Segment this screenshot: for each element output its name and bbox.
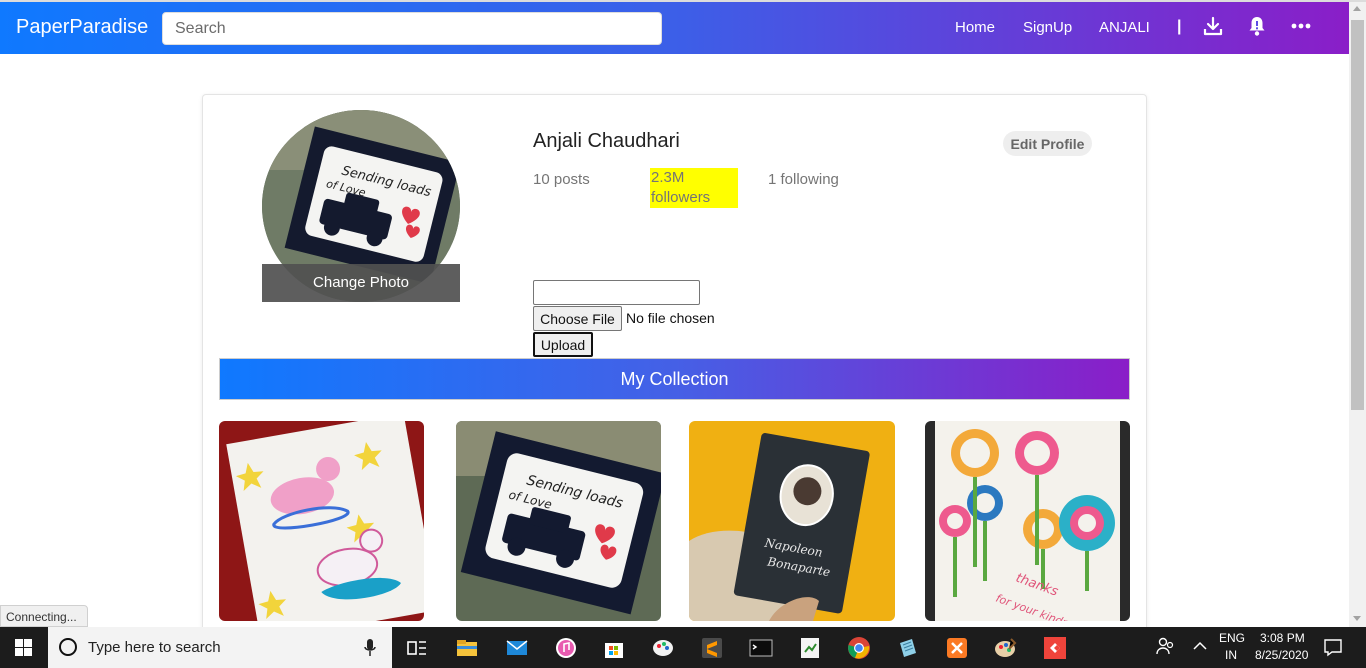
nav-user-link[interactable]: ANJALI [1099, 19, 1150, 36]
collection-item-car-card[interactable]: Sending loads of Love [456, 421, 661, 621]
collection-item-bookmark-card[interactable]: Napoleon Bonaparte [689, 421, 895, 621]
file-explorer-icon[interactable] [454, 635, 480, 661]
scroll-down-arrow-icon[interactable] [1353, 616, 1361, 621]
language-region[interactable]: IN [1225, 648, 1237, 662]
my-collection-header: My Collection [219, 358, 1130, 400]
people-icon[interactable] [1154, 635, 1180, 661]
microphone-icon[interactable] [364, 639, 376, 657]
bell-icon[interactable] [1247, 15, 1271, 39]
task-view-icon[interactable] [404, 635, 430, 661]
sublime-text-icon[interactable] [699, 635, 725, 661]
anydesk-icon[interactable] [1042, 635, 1068, 661]
windows-start-icon[interactable] [0, 627, 48, 668]
action-center-icon[interactable] [1321, 635, 1347, 661]
page-scrollbar[interactable] [1349, 2, 1366, 627]
paint-icon[interactable] [650, 635, 676, 661]
xampp-icon[interactable] [944, 635, 970, 661]
clock-date[interactable]: 8/25/2020 [1255, 648, 1308, 662]
upload-button[interactable]: Upload [533, 332, 593, 357]
browser-status-text: Connecting... [0, 605, 88, 627]
tray-chevron-up-icon[interactable] [1190, 635, 1216, 661]
navbar: PaperParadise Home SignUp ANJALI | [0, 2, 1349, 54]
terminal-icon[interactable] [748, 635, 774, 661]
nav-home-link[interactable]: Home [955, 19, 995, 36]
scroll-thumb[interactable] [1351, 20, 1364, 410]
taskbar-search-placeholder: Type here to search [88, 639, 221, 656]
clock-time[interactable]: 3:08 PM [1260, 631, 1305, 645]
nav-signup-link[interactable]: SignUp [1023, 19, 1072, 36]
language-code[interactable]: ENG [1219, 631, 1245, 645]
windows-taskbar: Type here to search ENG IN 3:08 PM 8/25/… [0, 627, 1366, 668]
notes-icon[interactable] [895, 635, 921, 661]
download-icon[interactable] [1202, 15, 1226, 39]
change-photo-button[interactable]: Change Photo [262, 264, 460, 302]
search-circle-icon [59, 638, 77, 656]
scroll-up-arrow-icon[interactable] [1353, 6, 1361, 11]
choose-file-button[interactable]: Choose File [533, 306, 622, 331]
chrome-icon[interactable] [846, 635, 872, 661]
collection-item-unicorn-card[interactable] [219, 421, 424, 621]
more-horizontal-icon[interactable] [1290, 15, 1314, 39]
photo-url-field[interactable] [533, 280, 700, 305]
edit-profile-button[interactable]: Edit Profile [1003, 131, 1092, 156]
profile-name: Anjali Chaudhari [533, 130, 680, 152]
nav-separator: | [1177, 18, 1182, 35]
collection-item-flower-card[interactable]: thanks for your kindness [925, 421, 1130, 621]
taskbar-search-box[interactable]: Type here to search [48, 627, 392, 668]
posts-count: 10 posts [533, 171, 590, 188]
mail-icon[interactable] [504, 635, 530, 661]
search-input[interactable] [162, 12, 662, 45]
brand-logo[interactable]: PaperParadise [16, 16, 148, 39]
followers-count[interactable]: 2.3M followers [650, 168, 738, 208]
store-icon[interactable] [601, 635, 627, 661]
following-count[interactable]: 1 following [768, 170, 839, 190]
file-status-text: No file chosen [626, 310, 715, 326]
itunes-icon[interactable] [553, 635, 579, 661]
paint-palette-icon[interactable] [993, 635, 1019, 661]
project-icon[interactable] [797, 635, 823, 661]
